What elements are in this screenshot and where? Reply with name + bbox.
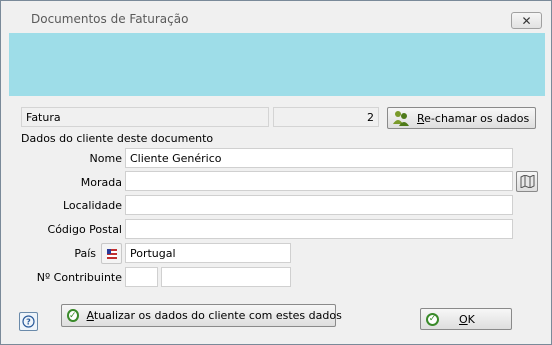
pais-label: País bbox=[74, 247, 96, 260]
contribuinte-prefix-input[interactable] bbox=[125, 267, 158, 287]
pais-value: Portugal bbox=[130, 247, 176, 260]
check-icon: ✓ bbox=[426, 312, 439, 326]
update-client-data-label: Atualizar os dados do cliente com estes … bbox=[86, 309, 342, 322]
morada-input[interactable] bbox=[125, 171, 513, 191]
close-button[interactable]: ✕ bbox=[511, 12, 542, 29]
document-number-value: 2 bbox=[367, 111, 374, 124]
title-bar: Documentos de Faturação ✕ bbox=[1, 1, 551, 33]
contribuinte-input[interactable] bbox=[161, 267, 291, 287]
help-icon: ? bbox=[22, 315, 35, 328]
codigo-postal-input[interactable] bbox=[125, 219, 513, 239]
ok-label: OK bbox=[459, 312, 475, 326]
svg-text:?: ? bbox=[26, 318, 31, 327]
document-number-field: 2 bbox=[273, 107, 379, 127]
check-icon: ✓ bbox=[67, 309, 79, 322]
ok-button[interactable]: ✓ OK bbox=[420, 308, 512, 330]
update-client-data-button[interactable]: ✓ Atualizar os dados do cliente com este… bbox=[61, 304, 342, 327]
nome-value: Cliente Genérico bbox=[130, 152, 222, 165]
nome-input[interactable]: Cliente Genérico bbox=[125, 148, 513, 168]
window-title: Documentos de Faturação bbox=[31, 12, 189, 26]
header-banner bbox=[9, 33, 545, 96]
document-type-field: Fatura bbox=[21, 107, 269, 127]
flag-icon bbox=[106, 248, 117, 259]
dialog-window: Documentos de Faturação ✕ Fatura 2 Re-ch… bbox=[0, 0, 552, 345]
close-icon: ✕ bbox=[521, 13, 532, 28]
morada-label: Morada bbox=[80, 176, 122, 189]
map-icon bbox=[520, 175, 534, 188]
map-button[interactable] bbox=[516, 171, 538, 192]
localidade-label: Localidade bbox=[62, 199, 122, 212]
help-button[interactable]: ? bbox=[19, 312, 38, 331]
recall-data-label: Re-chamar os dados bbox=[417, 111, 530, 125]
nome-label: Nome bbox=[89, 152, 122, 165]
recall-data-button[interactable]: Re-chamar os dados bbox=[387, 107, 536, 129]
localidade-input[interactable] bbox=[125, 195, 513, 215]
codigo-postal-label: Código Postal bbox=[47, 223, 122, 236]
country-flag-button[interactable] bbox=[101, 243, 122, 264]
section-title: Dados do cliente deste documento bbox=[21, 132, 214, 145]
document-type-value: Fatura bbox=[26, 111, 61, 124]
contribuinte-label: Nº Contribuinte bbox=[36, 271, 122, 284]
pais-input[interactable]: Portugal bbox=[125, 243, 291, 263]
users-icon bbox=[393, 111, 409, 126]
